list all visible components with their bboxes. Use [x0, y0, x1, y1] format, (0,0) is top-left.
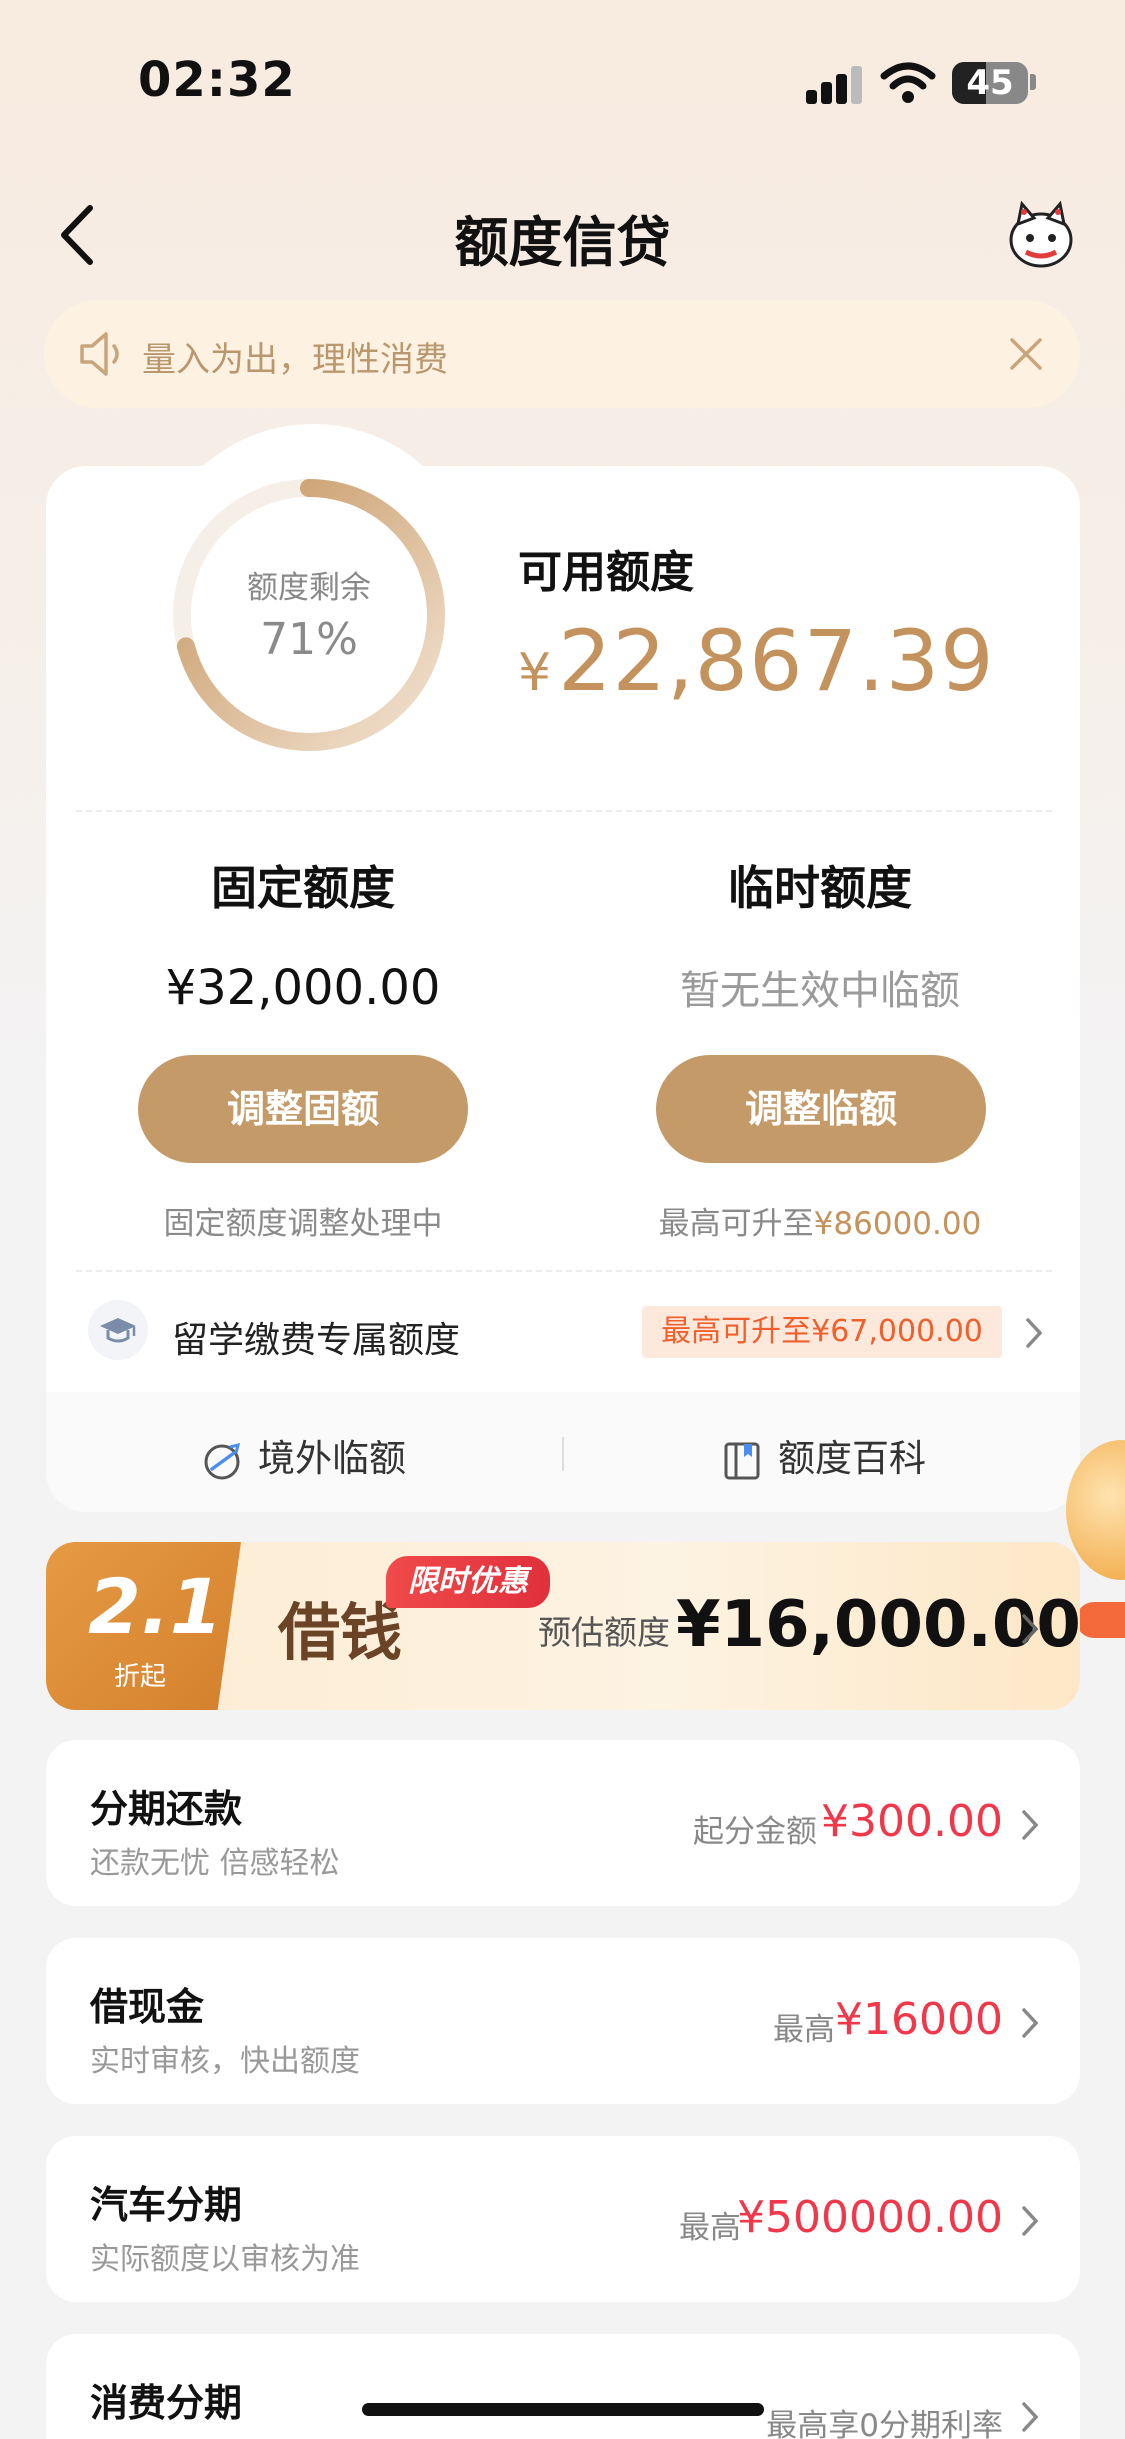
promo-discount-sub: 折起 — [114, 1662, 167, 1692]
overseas-label: 境外临额 — [258, 1437, 406, 1480]
mascot-assistant-icon[interactable] — [1004, 198, 1078, 270]
divider — [76, 810, 1052, 812]
overseas-temp-credit-link[interactable]: 境外临额 — [200, 1428, 406, 1483]
item-right-value: ¥16000 — [835, 1994, 1003, 2045]
available-credit-amount: ¥22,867.39 — [518, 612, 995, 710]
notice-text: 量入为出，理性消费 — [142, 340, 448, 380]
status-time: 02:32 — [138, 52, 296, 108]
item-subtitle: 还款无忧 倍感轻松 — [90, 1846, 340, 1881]
item-right-label: 最高 — [773, 2012, 835, 2048]
graduation-cap-icon — [88, 1300, 148, 1360]
available-amount-value: 22,867.39 — [558, 612, 995, 710]
temporary-credit-title: 临时额度 — [728, 861, 912, 915]
page-title: 额度信贷 — [454, 211, 671, 274]
book-icon — [724, 1442, 760, 1479]
battery-level: 45 — [966, 63, 1014, 103]
adjust-fixed-button[interactable]: 调整固额 — [138, 1055, 468, 1163]
item-title: 汽车分期 — [90, 2183, 243, 2227]
globe-plane-icon — [204, 1442, 241, 1479]
currency-symbol: ¥ — [518, 643, 553, 703]
ring-label: 额度剩余 — [247, 570, 371, 606]
item-right-value: ¥300.00 — [821, 1796, 1003, 1847]
chevron-right-icon — [1022, 2008, 1039, 2038]
item-right-label: 最高 — [679, 2210, 741, 2246]
chevron-right-icon — [1022, 2206, 1039, 2236]
study-max-badge: 最高可升至¥67,000.00 — [642, 1306, 1002, 1358]
temporary-credit-none: 暂无生效中临额 — [680, 968, 960, 1014]
study-abroad-credit-label[interactable]: 留学缴费专属额度 — [172, 1311, 460, 1363]
promo-limited-tag: 限时优惠 — [386, 1556, 550, 1608]
chevron-right-icon — [1022, 2402, 1039, 2432]
chevron-right-icon — [1022, 1810, 1039, 1840]
item-right-label: 起分金额 — [693, 1814, 817, 1850]
fixed-adjust-status: 固定额度调整处理中 — [163, 1206, 443, 1242]
wiki-label: 额度百科 — [778, 1437, 926, 1480]
temporary-max-text: 最高可升至¥86000.00 — [620, 1198, 1020, 1243]
ring-value: 71% — [260, 614, 358, 665]
home-indicator — [362, 2403, 764, 2416]
close-icon[interactable] — [1006, 334, 1046, 374]
item-subtitle: 实时审核，快出额度 — [90, 2044, 360, 2079]
item-title: 借现金 — [90, 1985, 205, 2029]
tool-separator — [562, 1437, 564, 1471]
item-title: 消费分期 — [90, 2381, 243, 2425]
credit-wiki-link[interactable]: 额度百科 — [720, 1428, 926, 1483]
promo-estimate-label: 预估额度 — [538, 1613, 670, 1652]
item-right-value: ¥500000.00 — [737, 2192, 1003, 2243]
battery-tip — [1030, 74, 1036, 90]
temporary-max-prefix: 最高可升至 — [658, 1206, 814, 1242]
item-title: 分期还款 — [90, 1787, 243, 1831]
item-right-label: 最高享0分期利率 — [766, 2408, 1003, 2439]
speaker-icon — [80, 332, 119, 376]
promo-title: 借钱 — [278, 1596, 403, 1669]
temporary-max-value: ¥86000.00 — [813, 1206, 982, 1242]
floating-promo-tag[interactable] — [1076, 1602, 1125, 1638]
notice-banner: 量入为出，理性消费 — [44, 300, 1080, 408]
item-subtitle: 实际额度以审核为准 — [90, 2242, 360, 2277]
chevron-right-icon[interactable] — [1024, 1316, 1044, 1350]
available-credit-label: 可用额度 — [518, 547, 694, 598]
cellular-signal-icon — [806, 64, 862, 104]
fixed-credit-amount: ¥32,000.00 — [165, 960, 441, 1016]
battery-icon: 45 — [952, 62, 1028, 104]
adjust-temporary-button[interactable]: 调整临额 — [656, 1055, 986, 1163]
promo-discount: 2.1 — [88, 1562, 223, 1651]
fixed-credit-title: 固定额度 — [211, 861, 395, 915]
chevron-right-icon — [1022, 1614, 1039, 1644]
divider — [76, 1270, 1052, 1272]
wifi-icon — [880, 62, 936, 103]
